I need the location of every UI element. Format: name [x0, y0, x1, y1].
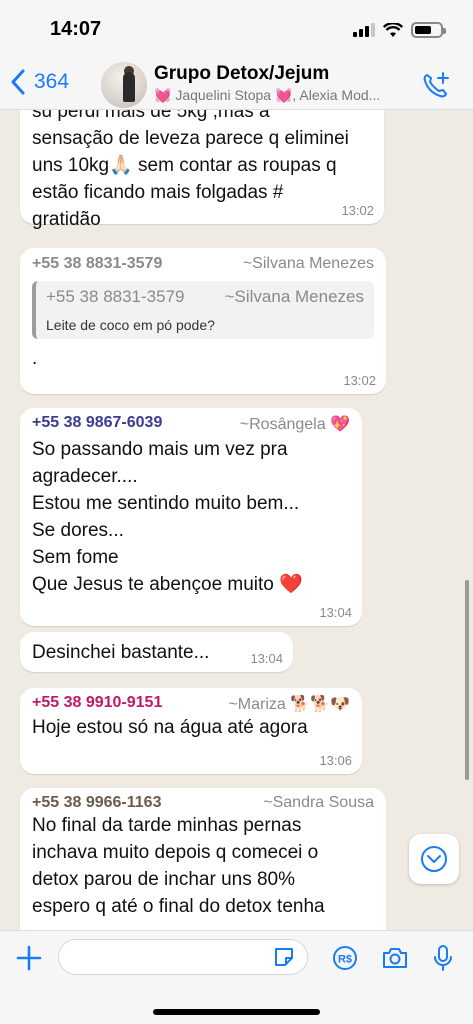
message-line: su perdi mais de 5kg ,mas a	[32, 110, 270, 122]
message-time: 13:02	[343, 373, 376, 388]
add-call-icon[interactable]	[421, 70, 451, 100]
message-line: Que Jesus te abençoe muito ❤️	[32, 574, 303, 595]
chevron-down-icon	[421, 846, 447, 872]
message-line: Estou me sentindo muito bem...	[32, 493, 300, 514]
message-bubble[interactable]: +55 38 8831-3579 ~Silvana Menezes +55 38…	[20, 248, 386, 394]
message-text: Desinchei bastante...	[32, 642, 210, 663]
message-bubble[interactable]: Desinchei bastante... 13:04	[20, 632, 293, 672]
sender-name: ~Rosângela 💖	[239, 416, 350, 433]
message-line: agradecer....	[32, 466, 138, 487]
battery-fill	[415, 26, 431, 34]
message-line: espero q até o final do detox tenha	[32, 896, 325, 917]
input-bar: R$	[0, 930, 473, 1024]
back-button[interactable]: 364	[8, 68, 69, 96]
quoted-name: ~Silvana Menezes	[224, 287, 364, 306]
svg-text:R$: R$	[338, 954, 352, 966]
chevron-left-icon	[11, 69, 25, 95]
message-line: inchava muito depois q comecei o	[32, 842, 319, 863]
status-time: 14:07	[50, 18, 102, 40]
wifi-icon	[383, 22, 403, 37]
quoted-text: Leite de coco em pó pode?	[46, 317, 215, 333]
message-bubble[interactable]: +55 38 9910-9151 ~Mariza 🐕🐕🐶 Hoje estou …	[20, 688, 362, 774]
message-text: .	[32, 348, 38, 369]
message-line: sensação de leveza parece q eliminei	[32, 128, 349, 149]
camera-icon[interactable]	[380, 943, 410, 973]
quoted-message[interactable]: +55 38 8831-3579 ~Silvana Menezes Leite …	[32, 281, 374, 339]
sender-number[interactable]: +55 38 9867-6039	[32, 414, 162, 434]
home-indicator	[153, 1009, 320, 1015]
message-time: 13:04	[250, 651, 283, 666]
chat-header: 364 Grupo Detox/Jejum 💓 Jaquelini Stopa …	[0, 58, 473, 110]
payment-icon[interactable]: R$	[330, 943, 360, 973]
message-line: uns 10kg🙏🏻 sem contar as roupas q	[32, 155, 337, 176]
message-text: Hoje estou só na água até agora	[32, 717, 308, 738]
status-icons	[353, 22, 446, 38]
message-bubble[interactable]: +55 38 9867-6039 ~Rosângela 💖 So passand…	[20, 408, 362, 626]
signal-icon	[353, 23, 375, 37]
group-avatar[interactable]	[101, 62, 147, 108]
sender-name: ~Silvana Menezes	[242, 255, 374, 272]
message-time: 13:04	[319, 605, 352, 620]
plus-icon[interactable]	[14, 943, 44, 973]
microphone-icon[interactable]	[428, 943, 458, 973]
message-line: gratidão	[32, 209, 101, 230]
message-line: No final da tarde minhas pernas	[32, 815, 302, 836]
message-time: 13:02	[341, 203, 374, 218]
message-line: detox parou de inchar uns 80%	[32, 869, 296, 890]
sender-name: ~Mariza 🐕🐕🐶	[228, 696, 350, 713]
sender-number[interactable]: +55 38 9910-9151	[32, 694, 162, 714]
message-bubble[interactable]: su perdi mais de 5kg ,mas a sensação de …	[20, 110, 384, 230]
sender-number[interactable]: +55 38 9966-1163	[32, 794, 161, 812]
sender-number[interactable]: +55 38 8831-3579	[32, 255, 162, 273]
status-bar: 14:07	[0, 0, 473, 58]
message-time: 13:06	[319, 753, 352, 768]
battery-icon	[411, 22, 446, 38]
message-input[interactable]	[58, 939, 308, 975]
unread-count: 364	[34, 70, 70, 93]
quoted-number: +55 38 8831-3579	[46, 287, 185, 306]
message-bubble[interactable]: +55 38 9966-1163 ~Sandra Sousa No final …	[20, 788, 386, 930]
message-line: So passando mais um vez pra	[32, 439, 288, 460]
message-line: Se dores...	[32, 520, 124, 541]
sender-name: ~Sandra Sousa	[263, 794, 374, 811]
group-title[interactable]: Grupo Detox/Jejum	[154, 63, 329, 85]
scroll-down-button[interactable]	[409, 834, 459, 884]
group-members[interactable]: 💓 Jaquelini Stopa 💓, Alexia Mod...	[154, 87, 414, 104]
message-line: Sem fome	[32, 547, 119, 568]
chat-area[interactable]: su perdi mais de 5kg ,mas a sensação de …	[0, 110, 473, 930]
sticker-icon[interactable]	[272, 945, 296, 969]
scrollbar[interactable]	[465, 580, 469, 780]
message-line: estão ficando mais folgadas #	[32, 182, 284, 203]
